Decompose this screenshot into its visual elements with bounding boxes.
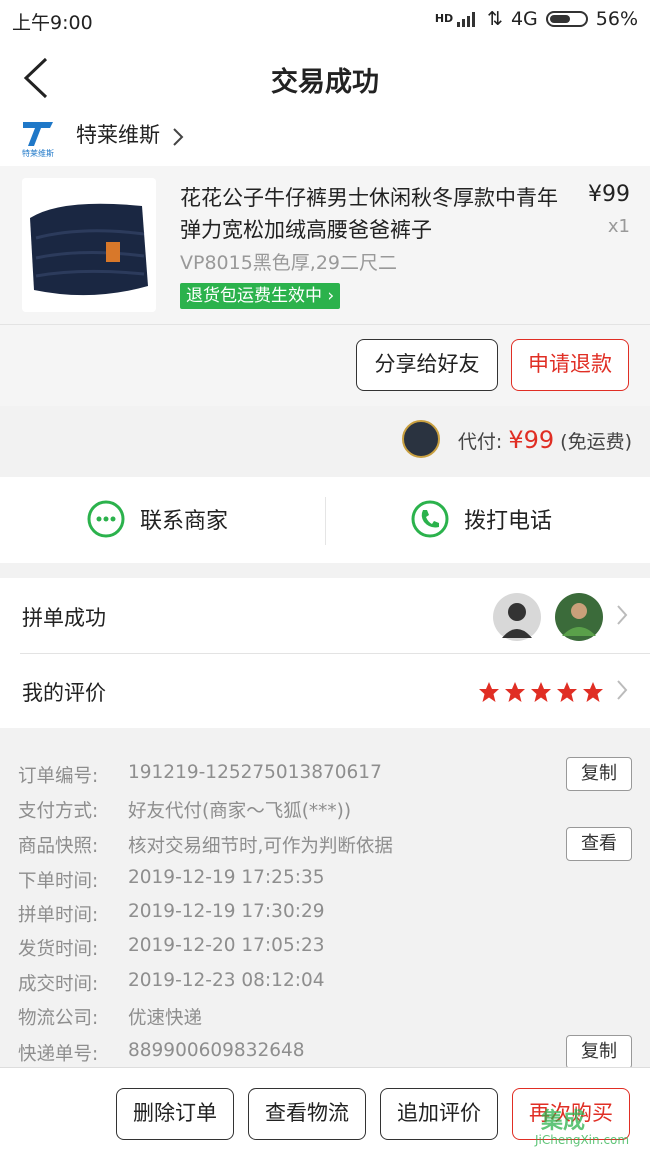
watermark-en: JiChengXin.com <box>535 1133 630 1147</box>
status-time: 上午9:00 <box>12 12 93 34</box>
contact-merchant-button[interactable]: 联系商家 <box>86 499 228 539</box>
view-logistics-button[interactable]: 查看物流 <box>248 1088 366 1140</box>
share-button[interactable]: 分享给好友 <box>356 339 498 391</box>
avatar <box>493 593 541 641</box>
battery-icon <box>545 11 588 27</box>
detail-row-deal-time: 成交时间: 2019-12-23 08:12:04 <box>18 970 325 995</box>
my-review-row[interactable]: 我的评价 <box>0 653 650 728</box>
phone-icon <box>411 500 449 538</box>
product-sku: VP8015黑色厚,29二尺二 <box>180 252 398 274</box>
contact-merchant-label: 联系商家 <box>140 509 229 534</box>
chevron-right-icon <box>173 128 184 146</box>
call-phone-button[interactable]: 拨打电话 <box>410 499 552 539</box>
delete-order-button[interactable]: 删除订单 <box>116 1088 234 1140</box>
battery-level: 56% <box>595 8 638 30</box>
order-status-rows: 拼单成功 我的评价 <box>0 578 650 728</box>
chevron-right-icon <box>617 605 628 625</box>
shop-name[interactable]: 特莱维斯 <box>76 119 160 149</box>
return-shipping-tag-label: 退货包运费生效中 <box>186 286 322 306</box>
payment-summary: 代付: ¥99 (免运费) <box>0 406 650 476</box>
add-review-button[interactable]: 追加评价 <box>380 1088 498 1140</box>
detail-row-order-no: 订单编号: 191219-125275013870617 <box>18 762 382 787</box>
product-image[interactable] <box>22 178 156 312</box>
shop-header[interactable]: 特莱维斯 特莱维斯 <box>0 108 650 166</box>
chat-bubble-icon <box>87 500 125 538</box>
signal-icon: HD <box>435 11 479 27</box>
network-label: 4G <box>510 8 538 30</box>
detail-row-order-time: 下单时间: 2019-12-19 17:25:35 <box>18 867 325 892</box>
signal-hd-label: HD <box>434 12 454 25</box>
contact-bar: 联系商家 拨打电话 <box>0 477 650 563</box>
product-qty: x1 <box>607 216 630 237</box>
return-shipping-tag[interactable]: 退货包运费生效中 › <box>180 283 341 309</box>
page-title: 交易成功 <box>271 67 379 98</box>
call-phone-label: 拨打电话 <box>464 509 553 534</box>
product-card: 花花公子牛仔裤男士休闲秋冬厚款中青年弹力宽松加绒高腰爸爸裤子 ¥99 x1 VP… <box>0 166 650 406</box>
watermark-cn: 集成 <box>541 1109 586 1134</box>
product-title[interactable]: 花花公子牛仔裤男士休闲秋冬厚款中青年弹力宽松加绒高腰爸爸裤子 <box>180 182 570 246</box>
detail-row-tracking-no: 快递单号: 889900609832648 <box>18 1040 305 1065</box>
chevron-right-icon <box>617 680 628 700</box>
star-icon <box>557 682 577 702</box>
group-success-row[interactable]: 拼单成功 <box>0 578 650 653</box>
shop-logo: 特莱维斯 <box>20 116 56 158</box>
watermark: 集成 JiChengXin.com <box>535 1103 647 1153</box>
avatar <box>555 593 603 641</box>
refund-button[interactable]: 申请退款 <box>511 339 629 391</box>
detail-row-payment-method: 支付方式: 好友代付(商家～飞狐(***)) <box>18 801 352 822</box>
detail-row-ship-time: 发货时间: 2019-12-20 17:05:23 <box>18 935 325 960</box>
status-bar: 上午9:00 HD ⇅ 4G 56% <box>0 0 650 38</box>
data-arrows-icon: ⇅ <box>487 8 503 30</box>
payment-amount: ¥99 <box>508 426 555 454</box>
copy-order-no-button[interactable]: 复制 <box>566 757 632 791</box>
copy-tracking-no-button[interactable]: 复制 <box>566 1035 632 1069</box>
star-icon <box>479 682 499 702</box>
star-icon <box>505 682 525 702</box>
chevron-right-icon: › <box>327 286 335 306</box>
view-snapshot-button[interactable]: 查看 <box>566 827 632 861</box>
star-icon <box>583 682 603 702</box>
rating-stars <box>478 681 604 703</box>
divider <box>0 324 650 325</box>
order-details: 订单编号: 191219-125275013870617 复制 支付方式: 好友代付… <box>0 742 650 1072</box>
star-icon <box>531 682 551 702</box>
group-success-label: 拼单成功 <box>22 606 106 630</box>
payer-avatar <box>402 420 440 458</box>
detail-row-snapshot: 商品快照: 核对交易细节时,可作为判断依据 <box>18 836 393 857</box>
my-review-label: 我的评价 <box>22 681 106 705</box>
detail-row-logistics-company: 物流公司: 优速快递 <box>18 1008 203 1029</box>
payment-text: 代付: ¥99 (免运费) <box>458 426 632 454</box>
detail-row-group-time: 拼单时间: 2019-12-19 17:30:29 <box>18 901 325 926</box>
product-price: ¥99 <box>588 182 630 207</box>
shop-logo-text: 特莱维斯 <box>22 148 54 158</box>
divider <box>325 497 326 545</box>
payment-label: 代付: <box>457 431 503 453</box>
payment-note: (免运费) <box>560 431 632 453</box>
